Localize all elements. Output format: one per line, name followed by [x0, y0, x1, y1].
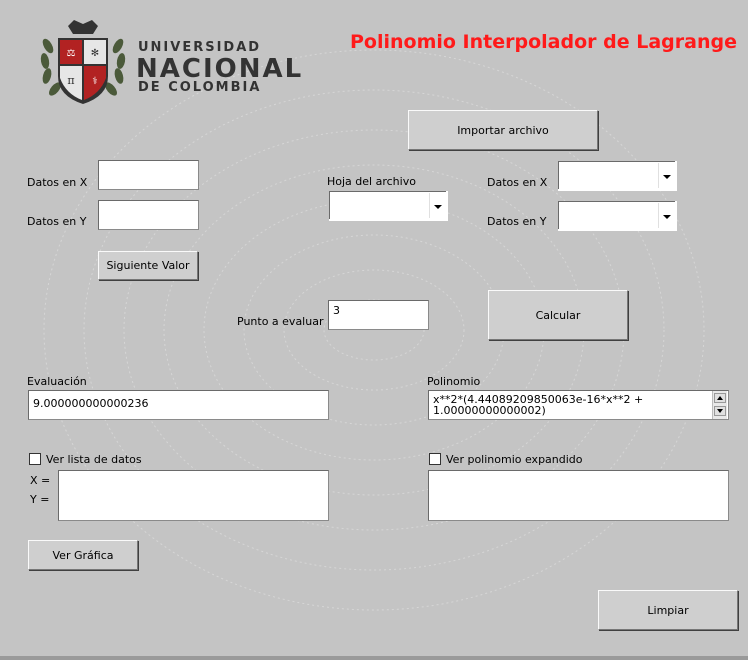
university-logo: ⚖ ✻ π ⚕ UNIVERSIDAD NACIONAL DE COLOMBIA — [38, 16, 301, 108]
clear-button[interactable]: Limpiar — [598, 590, 738, 630]
logo-line-de-colombia: DE COLOMBIA — [138, 80, 262, 95]
file-y-label: Datos en Y — [487, 215, 547, 228]
expanded-polynomial-checkbox[interactable] — [429, 453, 441, 465]
polynomial-line-2: 1.00000000000002) — [433, 404, 546, 417]
university-shield-icon: ⚖ ✻ π ⚕ — [40, 20, 126, 104]
file-x-select-bevel-right — [675, 161, 677, 191]
polynomial-label: Polinomio — [427, 375, 481, 388]
data-list-x-prefix: X = — [30, 474, 51, 487]
point-label: Punto a evaluar — [237, 315, 324, 328]
polynomial-output[interactable]: x**2*(4.44089209850063e-16*x**2 + 1.0000… — [428, 390, 729, 420]
file-x-dropdown-arrow-icon[interactable] — [658, 163, 674, 188]
data-list-checkbox[interactable] — [29, 453, 41, 465]
file-y-select[interactable] — [558, 201, 677, 231]
data-list-y-prefix: Y = — [30, 493, 50, 506]
manual-x-label: Datos en X — [27, 176, 88, 189]
data-list-checkbox-label: Ver lista de datos — [46, 453, 142, 466]
sheet-select-bevel-right — [446, 191, 448, 221]
expanded-polynomial-output[interactable] — [428, 470, 729, 521]
file-x-label: Datos en X — [487, 176, 548, 189]
file-y-dropdown-arrow-icon[interactable] — [658, 203, 674, 228]
svg-text:π: π — [67, 74, 74, 87]
sheet-dropdown-arrow-icon[interactable] — [429, 193, 445, 218]
calculate-button[interactable]: Calcular — [488, 290, 628, 340]
app-title: Polinomio Interpolador de Lagrange — [350, 31, 737, 53]
data-list-output[interactable] — [58, 470, 329, 521]
expanded-polynomial-checkbox-label: Ver polinomio expandido — [446, 453, 583, 466]
polynomial-scrollbar[interactable] — [712, 391, 727, 419]
file-y-select-bevel-bottom — [558, 229, 677, 231]
file-y-select-bevel-right — [675, 201, 677, 231]
file-x-select-bevel-bottom — [558, 189, 677, 191]
import-file-button[interactable]: Importar archivo — [408, 110, 598, 150]
manual-y-input[interactable] — [98, 200, 199, 230]
logo-line-universidad: UNIVERSIDAD — [138, 40, 262, 55]
svg-text:⚕: ⚕ — [92, 76, 97, 87]
sheet-select-bevel-bottom — [329, 219, 448, 221]
scroll-down-icon[interactable] — [714, 406, 726, 416]
evaluation-output[interactable]: 9.000000000000236 — [28, 390, 329, 420]
manual-x-input[interactable] — [98, 160, 199, 190]
sheet-label: Hoja del archivo — [327, 175, 416, 188]
next-value-button[interactable]: Siguiente Valor — [98, 251, 198, 280]
manual-y-label: Datos en Y — [27, 215, 87, 228]
point-input[interactable]: 3 — [328, 300, 429, 330]
svg-text:✻: ✻ — [91, 48, 99, 59]
sheet-select[interactable] — [329, 191, 448, 221]
evaluation-label: Evaluación — [27, 375, 87, 388]
view-graph-button[interactable]: Ver Gráfica — [28, 540, 138, 570]
scroll-up-icon[interactable] — [714, 393, 726, 403]
svg-text:⚖: ⚖ — [67, 48, 76, 59]
file-x-select[interactable] — [558, 161, 677, 191]
bottom-edge — [0, 656, 748, 660]
